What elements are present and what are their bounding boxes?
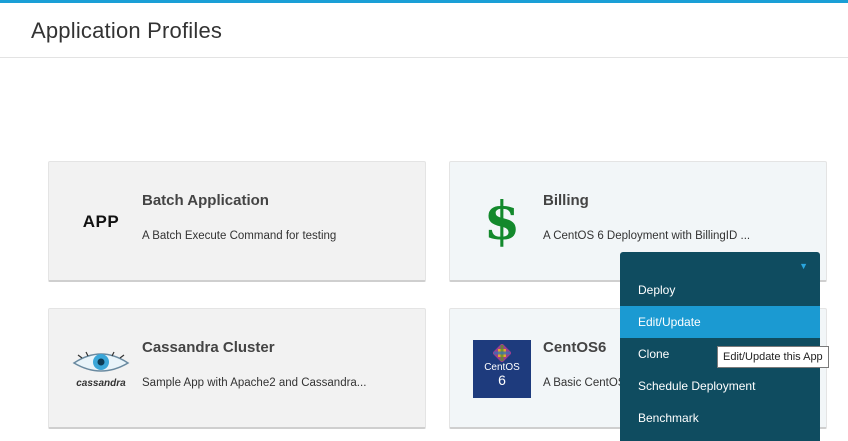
app-card-description: A Batch Execute Command for testing bbox=[142, 230, 337, 242]
menu-item-deploy[interactable]: Deploy bbox=[620, 274, 820, 306]
billing-logo: $ bbox=[472, 192, 532, 252]
menu-item-edit-update[interactable]: Edit/Update bbox=[620, 306, 820, 338]
cassandra-logo: cassandra bbox=[71, 339, 131, 399]
app-card-cassandra-cluster[interactable]: cassandra Cassandra Cluster Sample App w… bbox=[48, 308, 426, 429]
app-card-batch-application[interactable]: APP Batch Application A Batch Execute Co… bbox=[48, 161, 426, 282]
app-card-title: CentOS6 bbox=[543, 339, 607, 356]
tooltip: Edit/Update this App bbox=[717, 346, 829, 368]
centos-logo-version: 6 bbox=[498, 372, 506, 388]
cassandra-eye-icon bbox=[72, 351, 130, 372]
app-card-description: Sample App with Apache2 and Cassandra... bbox=[142, 377, 367, 389]
cassandra-logo-text: cassandra bbox=[76, 378, 126, 389]
app-logo-text: APP bbox=[82, 212, 120, 231]
app-card-title: Cassandra Cluster bbox=[142, 339, 275, 356]
centos-logo: CentOS 6 bbox=[472, 339, 532, 399]
app-logo: APP bbox=[71, 192, 131, 252]
app-card-title: Batch Application bbox=[142, 192, 269, 209]
dollar-icon: $ bbox=[483, 191, 521, 252]
menu-item-benchmark[interactable]: Benchmark bbox=[620, 402, 820, 434]
menu-item-schedule-deployment[interactable]: Schedule Deployment bbox=[620, 370, 820, 402]
app-card-description: A CentOS 6 Deployment with BillingID ... bbox=[543, 230, 751, 242]
centos-emblem-icon bbox=[493, 344, 511, 362]
app-card-title: Billing bbox=[543, 192, 589, 209]
app-card-description: A Basic CentOS bbox=[543, 377, 626, 389]
page-header: Application Profiles bbox=[0, 3, 848, 58]
page-title: Application Profiles bbox=[31, 18, 223, 43]
caret-down-icon[interactable]: ▼ bbox=[799, 261, 808, 271]
